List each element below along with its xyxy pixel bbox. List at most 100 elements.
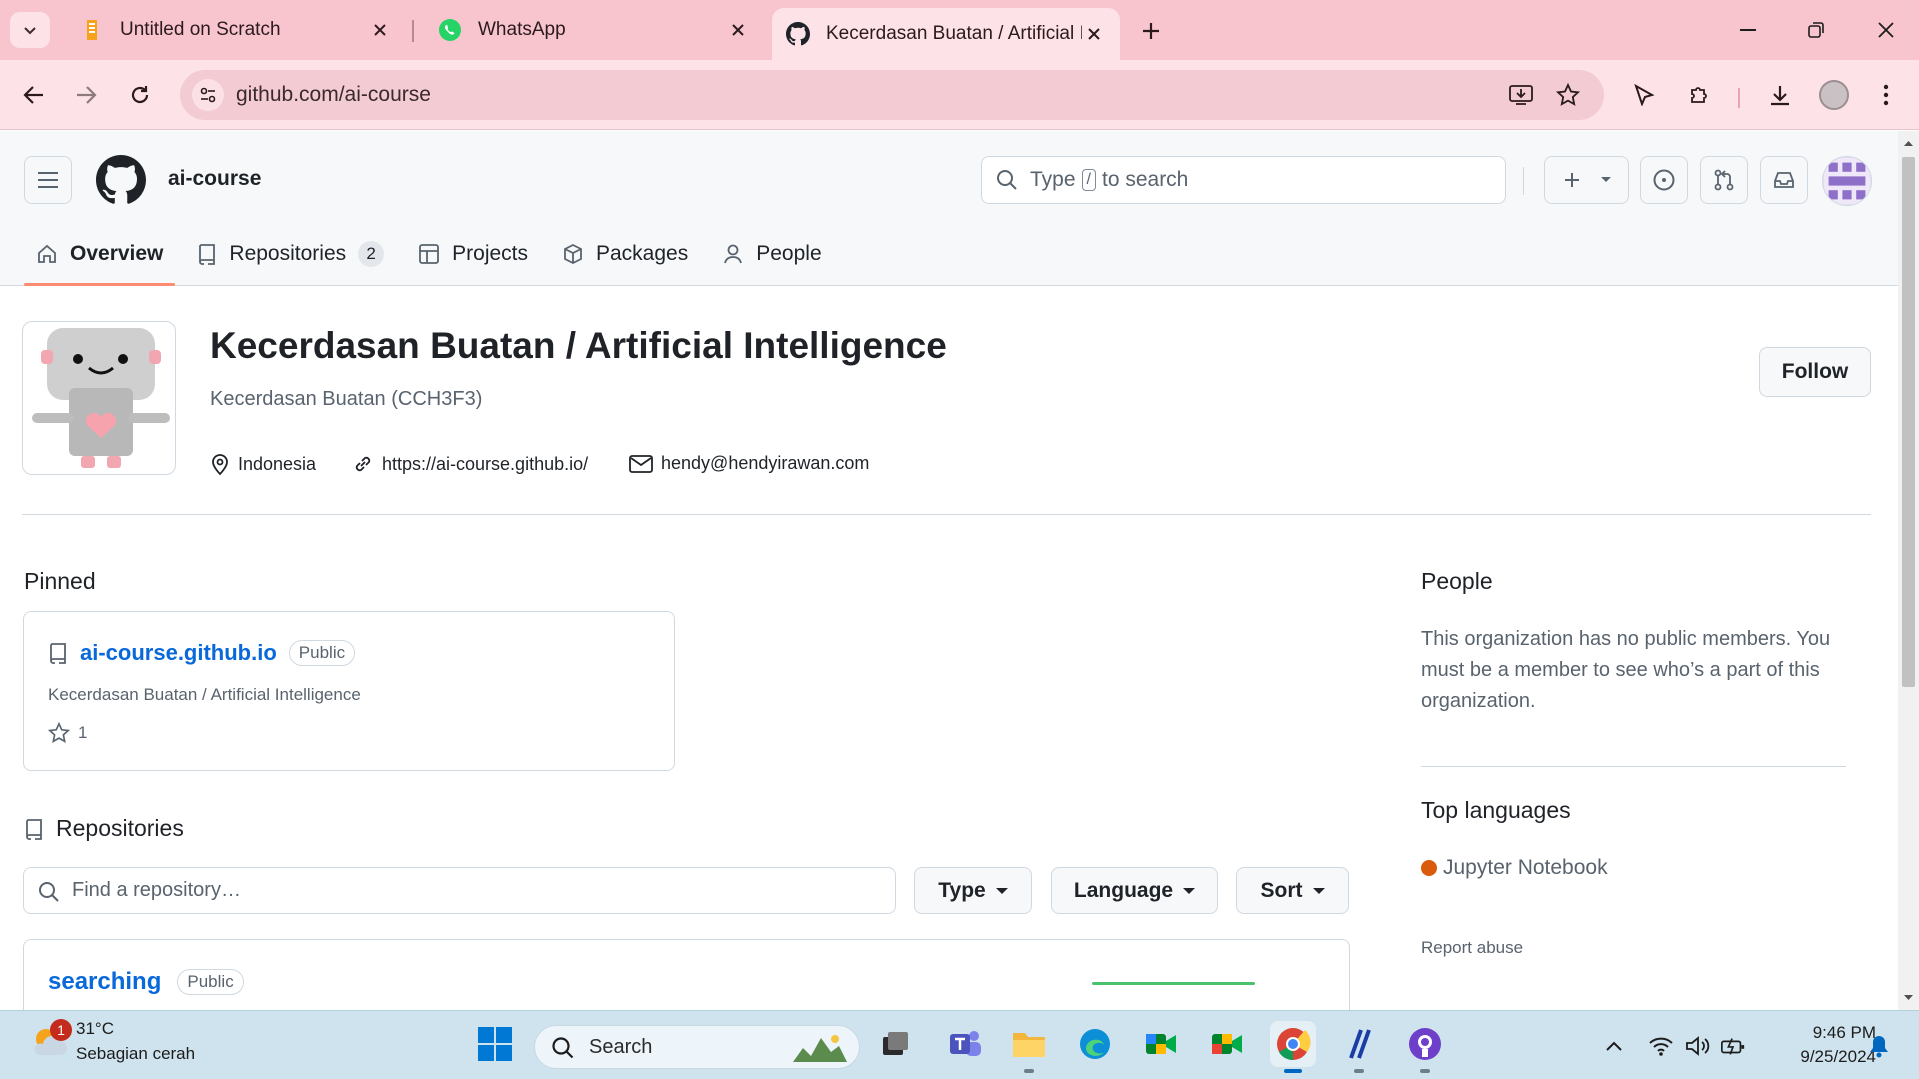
email-link[interactable]: hendy@hendyirawan.com bbox=[661, 453, 869, 474]
divider bbox=[22, 514, 1871, 515]
teams-app[interactable] bbox=[942, 1021, 988, 1067]
start-button[interactable] bbox=[472, 1021, 518, 1067]
taskbar-search[interactable]: Search bbox=[534, 1025, 860, 1069]
downloads-button[interactable] bbox=[1760, 75, 1800, 115]
global-menu-button[interactable] bbox=[24, 156, 72, 204]
volume-status[interactable] bbox=[1684, 1033, 1710, 1059]
reload-button[interactable] bbox=[120, 75, 160, 115]
caret-down-icon bbox=[1312, 887, 1325, 894]
restore-button[interactable] bbox=[1794, 12, 1838, 48]
tab-repositories[interactable]: Repositories 2 bbox=[185, 231, 396, 277]
repository-link[interactable]: searching bbox=[48, 968, 161, 996]
site-info-button[interactable] bbox=[192, 79, 224, 111]
browser-menu-button[interactable] bbox=[1866, 75, 1906, 115]
type-filter-button[interactable]: Type bbox=[914, 867, 1032, 914]
close-icon[interactable] bbox=[1082, 22, 1106, 46]
url-text[interactable]: github.com/ai-course bbox=[236, 83, 431, 107]
tab-overview[interactable]: Overview bbox=[24, 231, 176, 286]
tab-people[interactable]: People bbox=[710, 231, 833, 277]
report-abuse-link[interactable]: Report abuse bbox=[1421, 938, 1523, 958]
running-indicator bbox=[1024, 1069, 1034, 1073]
pen-app[interactable] bbox=[1336, 1021, 1382, 1073]
chevron-down-icon bbox=[24, 27, 36, 35]
tab-search-button[interactable] bbox=[10, 12, 50, 48]
extension-button[interactable] bbox=[1624, 75, 1664, 115]
inbox-button[interactable] bbox=[1760, 156, 1808, 204]
pinned-repo-stars[interactable]: 1 bbox=[48, 722, 87, 744]
pinned-repo-link[interactable]: ai-course.github.io bbox=[80, 640, 277, 666]
taskbar-clock[interactable]: 9:46 PM 9/25/2024 bbox=[1768, 1021, 1876, 1069]
install-app-button[interactable] bbox=[1506, 80, 1536, 110]
org-website[interactable]: https://ai-course.github.io/ bbox=[352, 453, 588, 475]
browser-tab-scratch[interactable]: Untitled on Scratch bbox=[66, 10, 406, 50]
website-link[interactable]: https://ai-course.github.io/ bbox=[382, 454, 588, 475]
pinned-heading: Pinned bbox=[24, 568, 96, 594]
find-repository-input[interactable]: Find a repository… bbox=[23, 867, 896, 914]
tab-label: Overview bbox=[70, 242, 164, 265]
language-item[interactable]: Jupyter Notebook bbox=[1421, 856, 1608, 880]
page-scrollbar[interactable] bbox=[1898, 131, 1919, 1010]
follow-button[interactable]: Follow bbox=[1759, 347, 1871, 397]
chrome-icon bbox=[1277, 1028, 1311, 1061]
clock-date: 9/25/2024 bbox=[1800, 1047, 1876, 1066]
browser-tab-whatsapp[interactable]: WhatsApp bbox=[424, 10, 764, 50]
meet-app[interactable] bbox=[1138, 1021, 1184, 1067]
close-window-button[interactable] bbox=[1864, 12, 1908, 48]
tab-packages[interactable]: Packages bbox=[550, 231, 700, 277]
global-search-input[interactable]: Type / to search bbox=[981, 156, 1506, 204]
plus-icon bbox=[1564, 173, 1579, 187]
wifi-status[interactable] bbox=[1648, 1033, 1674, 1059]
profile-button[interactable] bbox=[1814, 75, 1854, 115]
table-icon bbox=[418, 243, 440, 265]
back-button[interactable] bbox=[14, 75, 54, 115]
star-icon bbox=[48, 722, 70, 744]
close-icon[interactable] bbox=[368, 18, 392, 42]
battery-status[interactable] bbox=[1720, 1033, 1746, 1059]
user-avatar[interactable] bbox=[1822, 156, 1872, 206]
identicon-icon bbox=[1824, 158, 1870, 204]
scrollbar-thumb[interactable] bbox=[1902, 157, 1915, 687]
address-bar[interactable]: github.com/ai-course bbox=[180, 70, 1604, 120]
forward-button[interactable] bbox=[66, 75, 106, 115]
task-view-button[interactable] bbox=[872, 1021, 918, 1067]
pull-requests-button[interactable] bbox=[1700, 156, 1748, 204]
meet-app-2[interactable] bbox=[1204, 1021, 1250, 1067]
create-new-button[interactable] bbox=[1544, 156, 1629, 204]
scroll-up-icon[interactable] bbox=[1898, 135, 1919, 151]
search-shortcut-key: / bbox=[1081, 169, 1096, 191]
tab-projects[interactable]: Projects bbox=[406, 231, 540, 277]
extensions-button[interactable] bbox=[1680, 75, 1720, 115]
home-icon bbox=[36, 243, 58, 265]
location-text: Indonesia bbox=[238, 453, 317, 474]
weather-widget[interactable]: 1 bbox=[28, 1019, 72, 1068]
repo-icon bbox=[24, 818, 44, 840]
new-tab-button[interactable] bbox=[1134, 14, 1168, 48]
file-explorer-app[interactable] bbox=[1006, 1021, 1052, 1073]
org-email[interactable]: hendy@hendyirawan.com bbox=[629, 453, 869, 474]
mail-icon bbox=[629, 454, 653, 474]
chrome-app[interactable] bbox=[1270, 1021, 1316, 1073]
folder-icon bbox=[1013, 1033, 1045, 1057]
slash-pen-icon bbox=[1349, 1029, 1371, 1059]
caret-down-icon bbox=[995, 887, 1008, 894]
tray-overflow-button[interactable] bbox=[1601, 1033, 1627, 1059]
sort-button[interactable]: Sort bbox=[1236, 867, 1349, 914]
github-logo-icon[interactable] bbox=[96, 155, 146, 205]
edge-app[interactable] bbox=[1072, 1021, 1118, 1067]
people-empty-text: This organization has no public members.… bbox=[1421, 628, 1831, 712]
language-filter-button[interactable]: Language bbox=[1051, 867, 1218, 914]
tab-separator bbox=[412, 20, 414, 42]
scroll-down-icon[interactable] bbox=[1898, 990, 1919, 1006]
close-icon[interactable] bbox=[726, 18, 750, 42]
hamburger-icon bbox=[38, 172, 58, 188]
video-call-icon bbox=[1212, 1034, 1242, 1054]
github-desktop-app[interactable] bbox=[1402, 1021, 1448, 1073]
issues-button[interactable] bbox=[1640, 156, 1688, 204]
minimize-button[interactable] bbox=[1726, 12, 1770, 48]
notifications-button[interactable] bbox=[1866, 1033, 1892, 1059]
search-suffix: to search bbox=[1101, 168, 1189, 191]
org-breadcrumb[interactable]: ai-course bbox=[168, 167, 261, 191]
bookmark-button[interactable] bbox=[1553, 80, 1583, 110]
close-icon bbox=[1878, 22, 1894, 38]
browser-tab-github[interactable]: Kecerdasan Buatan / Artificial In bbox=[772, 8, 1120, 60]
